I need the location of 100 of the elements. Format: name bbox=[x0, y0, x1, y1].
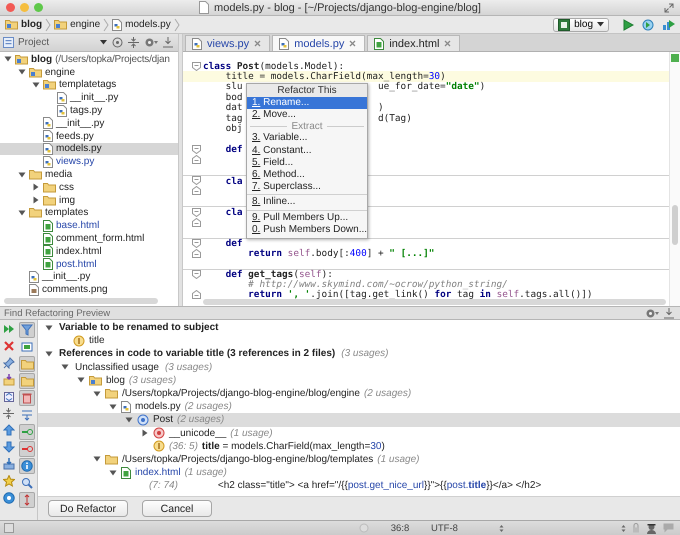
tree-item[interactable]: models.py bbox=[56, 143, 102, 154]
tree-item[interactable]: css bbox=[59, 182, 74, 193]
do-refactor-button[interactable]: Do Refactor bbox=[48, 500, 128, 517]
tree-item[interactable]: tags.py bbox=[70, 105, 102, 116]
fold-icon[interactable] bbox=[192, 218, 201, 227]
tree-item[interactable]: base.html bbox=[56, 220, 100, 232]
toggle-button[interactable] bbox=[19, 441, 35, 457]
node-label[interactable]: index.html bbox=[135, 467, 181, 478]
usage-code[interactable]: <h2 class="title"> <a href="/{{post.get_nice_url}}">{{post.title}}</a> </h2> bbox=[218, 480, 542, 492]
fold-icon[interactable] bbox=[192, 270, 201, 279]
cancel-button[interactable]: Cancel bbox=[142, 500, 212, 517]
vertical-scrollbar[interactable] bbox=[672, 205, 678, 245]
star-icon[interactable] bbox=[2, 475, 14, 487]
tree-item[interactable]: templatetags bbox=[59, 79, 116, 90]
tree-item[interactable]: engine bbox=[45, 66, 76, 78]
toggle-button[interactable] bbox=[19, 356, 35, 372]
menu-item[interactable]: 5. Field... bbox=[247, 156, 367, 169]
editor-tab[interactable]: views.py bbox=[185, 35, 270, 51]
collapsed-arrow-icon[interactable] bbox=[140, 429, 148, 438]
collapsed-arrow-icon[interactable] bbox=[32, 196, 40, 204]
down-arrow-icon[interactable] bbox=[2, 441, 14, 453]
rerun-icon[interactable] bbox=[2, 323, 14, 335]
breadcrumb-item[interactable]: blog bbox=[5, 19, 42, 30]
fold-icon[interactable] bbox=[192, 238, 201, 248]
fold-icon[interactable] bbox=[192, 208, 201, 217]
editor-tab[interactable]: models.py bbox=[272, 35, 366, 51]
fold-icon[interactable] bbox=[192, 290, 201, 300]
close-icon[interactable] bbox=[349, 40, 356, 47]
node-label[interactable]: __unicode__ bbox=[169, 428, 226, 439]
fold-icon[interactable] bbox=[192, 144, 201, 154]
tree-item[interactable]: blog bbox=[31, 54, 52, 65]
import-icon[interactable] bbox=[2, 374, 14, 386]
expand-arrow-icon[interactable] bbox=[18, 170, 26, 179]
tree-item[interactable]: post.html bbox=[56, 258, 97, 270]
help-icon[interactable] bbox=[2, 492, 14, 504]
tree-item[interactable]: comments.png bbox=[42, 284, 108, 296]
expand-arrow-icon[interactable] bbox=[60, 363, 68, 372]
dropdown-icon[interactable] bbox=[621, 524, 626, 532]
close-window-button[interactable] bbox=[6, 3, 15, 12]
menu-item[interactable]: 1. Rename... bbox=[247, 97, 367, 110]
caret-position[interactable]: 36:8 bbox=[375, 522, 425, 534]
hide-icon[interactable] bbox=[163, 37, 173, 48]
run-icon[interactable] bbox=[622, 18, 634, 30]
toggle-button[interactable] bbox=[19, 390, 35, 406]
fold-icon[interactable] bbox=[192, 176, 201, 186]
menu-item[interactable]: 6. Method... bbox=[247, 168, 367, 182]
close-icon[interactable] bbox=[2, 340, 14, 352]
node-label[interactable]: Unclassified usage bbox=[75, 362, 159, 373]
node-label[interactable]: Post bbox=[153, 414, 174, 426]
export-icon[interactable] bbox=[2, 458, 14, 470]
tree-item[interactable]: views.py bbox=[56, 156, 94, 168]
node-label[interactable]: References in code to variable title (3 references in 2 files) bbox=[59, 348, 336, 360]
toggle-button[interactable] bbox=[19, 373, 35, 389]
horizontal-scrollbar[interactable] bbox=[203, 299, 666, 305]
expand-arrow-icon[interactable] bbox=[124, 416, 132, 424]
expand-arrow-icon[interactable] bbox=[18, 208, 26, 217]
collapse-icon[interactable] bbox=[128, 37, 139, 48]
file-encoding[interactable]: UTF-8 bbox=[431, 522, 493, 534]
node-label[interactable]: /Users/topka/Projects/django-blog-engine/blog/templates bbox=[122, 454, 374, 465]
editor-tab[interactable]: index.html bbox=[367, 35, 460, 51]
node-label[interactable]: blog bbox=[106, 374, 125, 386]
expand-arrow-icon[interactable] bbox=[4, 55, 12, 64]
menu-item[interactable]: 3. Variable... bbox=[247, 132, 367, 145]
toggle-button[interactable] bbox=[19, 492, 35, 508]
tree-item[interactable]: templates bbox=[45, 207, 88, 218]
node-label[interactable]: /Users/topka/Projects/django-blog-engine/blog/engine bbox=[122, 388, 360, 400]
expand-arrow-icon[interactable] bbox=[108, 468, 116, 477]
fold-icon[interactable] bbox=[192, 248, 201, 258]
tree-item[interactable]: __init__.py bbox=[42, 271, 90, 282]
expand-arrow-icon[interactable] bbox=[92, 455, 100, 464]
toggle-button[interactable] bbox=[19, 322, 35, 338]
expand-arrow-icon[interactable] bbox=[108, 402, 116, 411]
tree-item[interactable]: index.html bbox=[56, 246, 102, 257]
fullscreen-icon[interactable] bbox=[664, 2, 674, 12]
expand-arrow-icon[interactable] bbox=[92, 390, 100, 398]
tree-item[interactable]: comment_form.html bbox=[56, 233, 144, 244]
tree-item[interactable]: __init__.py bbox=[70, 92, 118, 104]
dropdown-icon[interactable] bbox=[499, 524, 504, 532]
selected-row[interactable]: Post (2 usages) bbox=[38, 413, 680, 426]
expand-arrow-icon[interactable] bbox=[44, 350, 52, 358]
expand-arrow-icon[interactable] bbox=[18, 68, 26, 76]
usage-code[interactable]: title = models.CharField(max_length=30) bbox=[202, 440, 385, 452]
close-icon[interactable] bbox=[444, 40, 452, 47]
inspector-icon[interactable] bbox=[646, 522, 657, 534]
menu-item[interactable]: 4. Constant... bbox=[247, 144, 367, 157]
menu-item[interactable]: 2. Move... bbox=[247, 109, 367, 122]
panel-toggle-icon[interactable] bbox=[4, 523, 14, 533]
menu-item[interactable]: 9. Pull Members Up... bbox=[247, 212, 367, 224]
menu-item[interactable]: 0. Push Members Down... bbox=[247, 224, 367, 236]
tree-item[interactable]: img bbox=[59, 194, 76, 206]
hide-icon[interactable] bbox=[664, 308, 674, 318]
collapsed-arrow-icon[interactable] bbox=[32, 183, 40, 192]
menu-item[interactable]: 7. Superclass... bbox=[247, 181, 367, 194]
toggle-button[interactable] bbox=[19, 458, 35, 474]
close-icon[interactable] bbox=[254, 40, 262, 47]
toggle-button[interactable] bbox=[19, 424, 35, 440]
fold-icon[interactable] bbox=[192, 155, 201, 164]
node-label[interactable]: Variable to be renamed to subject bbox=[59, 322, 218, 334]
node-label[interactable]: title bbox=[89, 335, 105, 346]
menu-item[interactable]: 8. Inline... bbox=[247, 196, 367, 208]
